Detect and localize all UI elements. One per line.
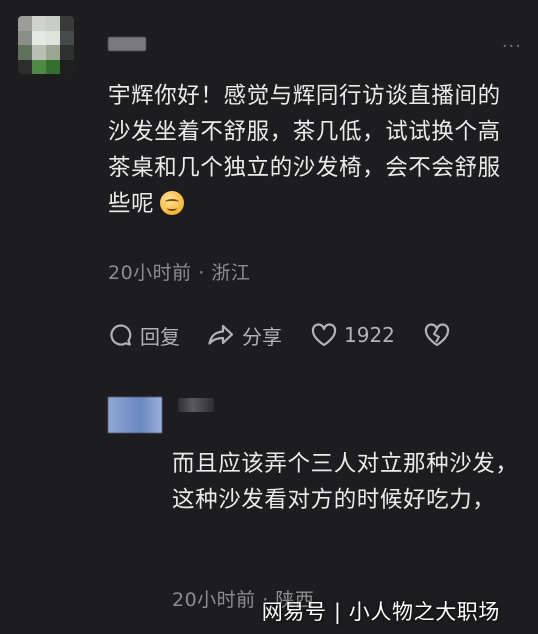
avatar[interactable]: [18, 16, 74, 74]
comment-meta: 20小时前 · 浙江: [108, 258, 250, 285]
broken-heart-icon: [424, 323, 450, 347]
comment-body: 宇辉你好！感觉与辉同行访谈直播间的沙发坐着不舒服，茶几低，试试换个高茶桌和几个独…: [108, 78, 513, 222]
dislike-button[interactable]: [423, 322, 451, 348]
username[interactable]: [108, 37, 146, 51]
comment-time: 20小时前: [108, 262, 192, 284]
watermark: 网易号 | 小人物之大职场: [261, 600, 500, 624]
meta-separator: ·: [191, 262, 212, 284]
smiling-face-emoji-icon: [160, 191, 185, 215]
more-options-icon[interactable]: ···: [502, 38, 522, 56]
reply-username[interactable]: [178, 398, 214, 412]
reply-label: 回复: [140, 324, 180, 349]
reply-button[interactable]: 回复: [108, 321, 180, 350]
reply-body: 而且应该弄个三人对立那种沙发，这种沙发看对方的时候好吃力，: [172, 451, 519, 513]
share-button[interactable]: 分享: [206, 321, 282, 350]
share-label: 分享: [242, 324, 282, 349]
comment-actions: 回复 分享 1922: [108, 320, 508, 350]
reply-icon: [110, 324, 132, 346]
reply-time: 20小时前: [172, 589, 256, 611]
heart-icon: [311, 323, 337, 347]
like-button[interactable]: 1922: [310, 322, 395, 348]
share-icon: [208, 324, 234, 345]
comment-location: 浙江: [211, 262, 251, 284]
like-count: 1922: [344, 323, 395, 347]
reply-avatar[interactable]: [108, 397, 162, 433]
